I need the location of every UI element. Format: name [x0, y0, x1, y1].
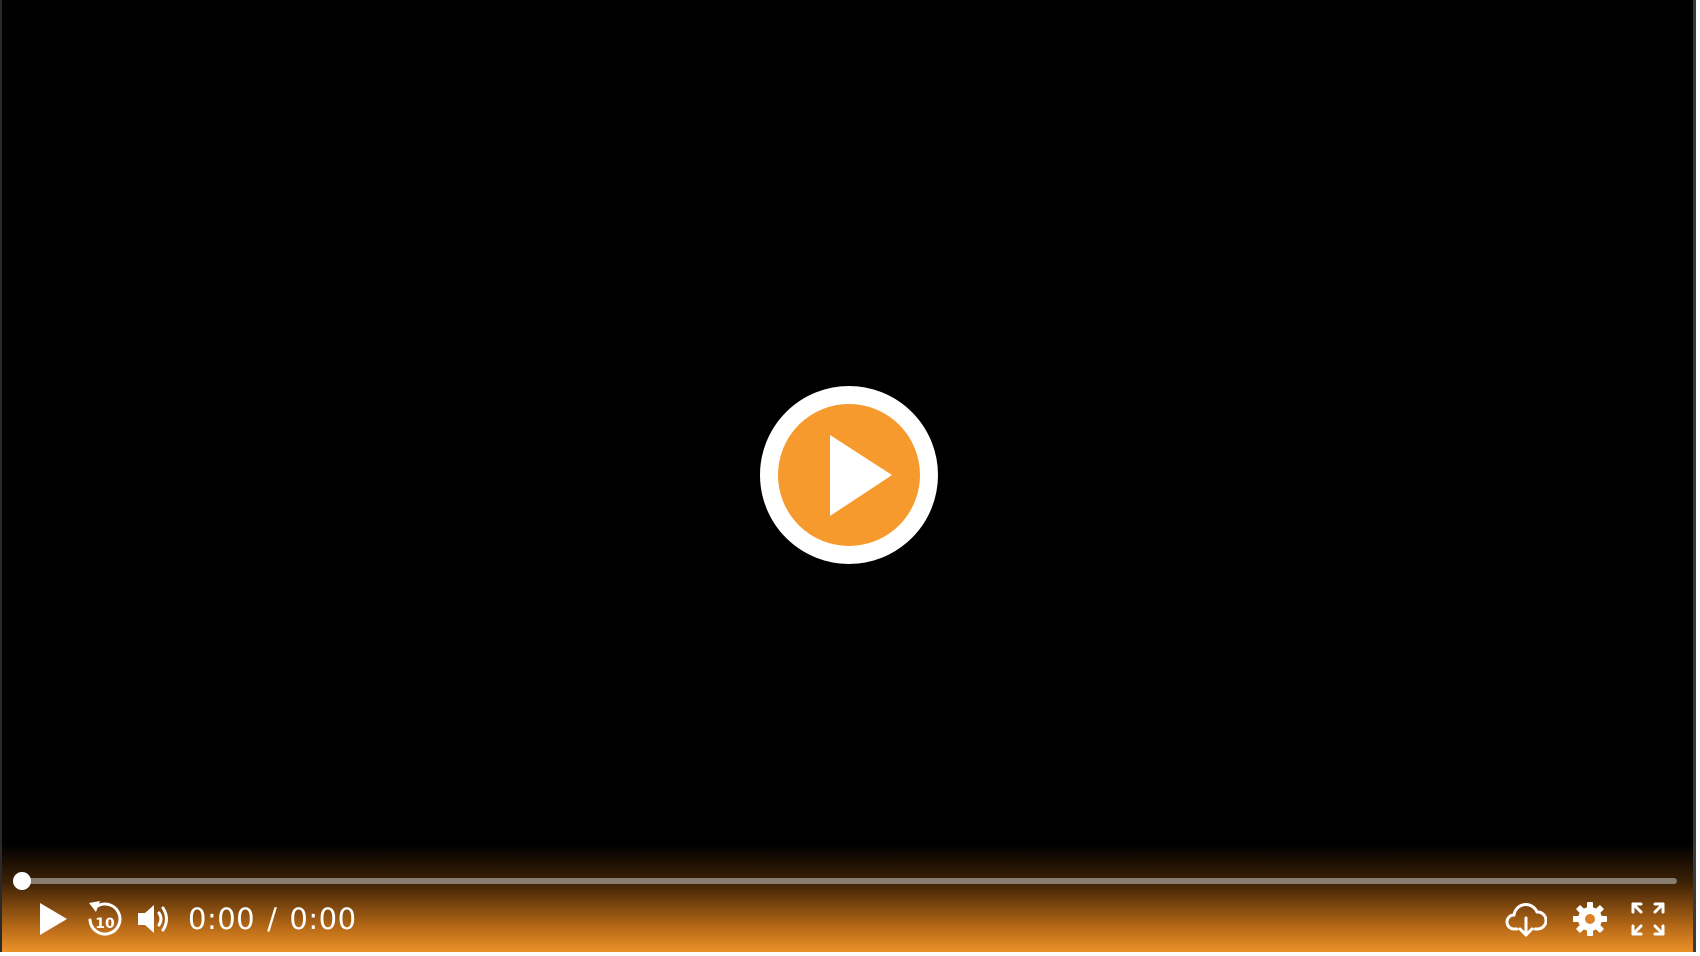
play-button[interactable]	[32, 895, 74, 943]
rewind-10-button[interactable]: 10	[84, 895, 124, 943]
volume-icon	[138, 905, 168, 933]
time-separator: /	[267, 902, 278, 936]
download-button[interactable]	[1504, 895, 1548, 943]
video-player[interactable]: 10 0:00 / 0:00	[0, 0, 1696, 954]
fullscreen-button[interactable]	[1627, 895, 1669, 943]
play-circle-icon	[760, 386, 938, 564]
cloud-download-icon	[1505, 903, 1547, 937]
play-icon	[40, 903, 67, 935]
rewind-seconds-label: 10	[95, 916, 115, 932]
progress-scrubber-handle[interactable]	[13, 872, 31, 890]
progress-bar[interactable]	[13, 872, 1677, 890]
fullscreen-icon	[1631, 902, 1665, 936]
duration: 0:00	[289, 902, 357, 936]
volume-button[interactable]	[134, 895, 174, 943]
progress-track	[22, 878, 1677, 884]
current-time: 0:00	[188, 902, 256, 936]
page-edge-bottom	[0, 952, 1700, 956]
page-edge-right	[1696, 0, 1700, 956]
time-display: 0:00 / 0:00	[188, 895, 357, 943]
gear-icon	[1573, 902, 1607, 936]
settings-button[interactable]	[1570, 895, 1610, 943]
control-bar: 10 0:00 / 0:00	[2, 895, 1693, 943]
rewind-10-icon: 10	[88, 901, 122, 936]
big-play-button[interactable]	[759, 385, 939, 565]
